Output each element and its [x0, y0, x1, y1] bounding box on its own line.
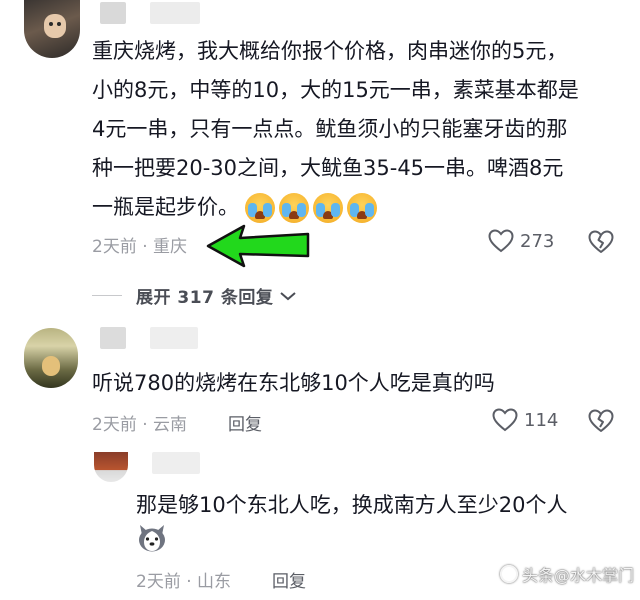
like-button[interactable]: 114 — [492, 408, 558, 432]
dislike-broken-heart-icon[interactable] — [588, 409, 614, 433]
comment-line: 4元一串，只有一点点。鱿鱼须小的只能塞牙齿的那 — [92, 117, 568, 141]
crying-face-emoji-icon — [347, 193, 377, 223]
comment-line: 一瓶是起步价。 — [92, 195, 239, 219]
heart-icon — [488, 229, 514, 253]
avatar[interactable] — [24, 328, 78, 388]
reply-button[interactable]: 回复 — [228, 410, 262, 435]
chevron-down-icon — [280, 291, 296, 300]
blurred-username — [150, 327, 198, 349]
blurred-username — [100, 2, 126, 24]
comment-line-last: 一瓶是起步价。 — [92, 188, 632, 227]
comment-line: 小的8元，中等的10，大的15元一串，素菜基本都是 — [92, 78, 579, 102]
husky-dog-emoji-icon — [139, 525, 165, 552]
watermark-text: 头条@水木掌门 — [522, 566, 635, 585]
comment-meta: 2天前 · 重庆 — [92, 237, 188, 257]
comment-meta: 2天前 · 山东 — [136, 572, 232, 592]
avatar-eye — [49, 22, 53, 26]
comment-text: 听说780的烧烤在东北够10个人吃是真的吗 — [92, 371, 495, 395]
avatar[interactable] — [24, 0, 80, 58]
crying-face-emoji-icon — [279, 193, 309, 223]
blurred-username — [152, 452, 200, 474]
expand-replies-button[interactable]: 展开 317 条回复 — [92, 283, 297, 308]
expand-replies-label: 展开 317 条回复 — [136, 288, 274, 308]
comment-line: 重庆烧烤，我大概给你报个价格，肉串迷你的5元， — [92, 39, 568, 63]
green-arrow-annotation-icon — [206, 224, 310, 268]
comment-text: 重庆烧烤，我大概给你报个价格，肉串迷你的5元， 小的8元，中等的10，大的15元… — [92, 32, 632, 227]
toutiao-logo-icon — [500, 565, 518, 583]
like-button[interactable]: 273 — [488, 229, 554, 253]
like-count: 273 — [520, 230, 555, 252]
reply-button[interactable]: 回复 — [272, 567, 306, 592]
heart-icon — [492, 408, 518, 432]
comment-meta: 2天前 · 云南 — [92, 415, 188, 435]
avatar[interactable] — [94, 452, 128, 482]
like-count: 114 — [524, 409, 559, 431]
dislike-broken-heart-icon[interactable] — [588, 230, 614, 254]
comment-line: 种一把要20-30之间，大鱿鱼35-45一串。啤酒8元 — [92, 156, 564, 180]
watermark: 头条@水木掌门 — [500, 562, 634, 586]
blurred-username — [100, 327, 126, 349]
crying-face-emoji-icon — [313, 193, 343, 223]
divider — [92, 295, 122, 296]
crying-face-emoji-icon — [245, 193, 275, 223]
emoji-row — [245, 193, 377, 223]
avatar-face — [44, 14, 66, 38]
blurred-username — [150, 2, 200, 24]
avatar-figure — [42, 356, 60, 376]
avatar-eye — [57, 22, 61, 26]
comment-text: 那是够10个东北人吃，换成南方人至少20个人 — [136, 493, 568, 517]
